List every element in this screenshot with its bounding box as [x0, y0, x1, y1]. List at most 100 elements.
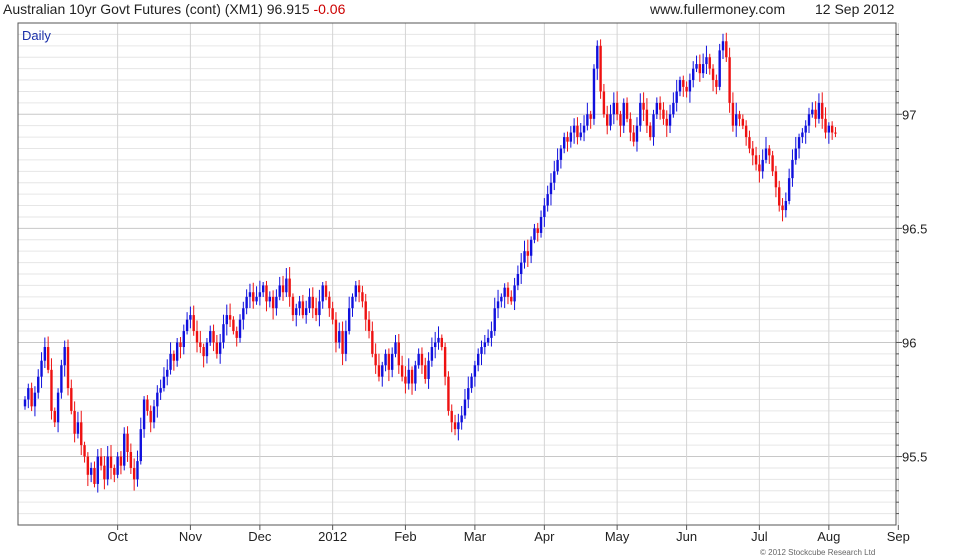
- candle-body: [46, 347, 50, 370]
- candle-body: [126, 433, 129, 452]
- candle-body: [493, 308, 496, 332]
- candle-body: [556, 159, 559, 172]
- candle-body: [390, 353, 394, 370]
- candle-body: [175, 342, 179, 361]
- candle-body: [199, 342, 202, 348]
- candle-body: [754, 155, 758, 165]
- candle-body: [295, 308, 298, 316]
- candle-body: [367, 319, 371, 332]
- candle-body: [76, 422, 80, 434]
- candle-body: [738, 114, 741, 119]
- candle-body: [298, 301, 301, 309]
- candle-body: [420, 353, 424, 366]
- candle-body: [483, 342, 487, 348]
- candle-body: [261, 285, 265, 293]
- candle-body: [553, 171, 556, 183]
- candle-body: [202, 347, 205, 357]
- x-tick-label: Jul: [751, 529, 768, 544]
- candle-body: [781, 205, 784, 211]
- candle-body: [586, 114, 589, 126]
- candle-body: [225, 315, 228, 325]
- candle-body: [288, 278, 291, 297]
- candle-body: [596, 45, 599, 69]
- candle-body: [407, 369, 410, 384]
- candle-body: [768, 148, 771, 156]
- candle-body: [506, 287, 510, 297]
- candle-body: [414, 365, 417, 384]
- candle-body: [182, 331, 185, 348]
- candle-body: [252, 292, 255, 302]
- candle-body: [692, 68, 695, 81]
- candle-body: [751, 148, 754, 156]
- period-label: Daily: [22, 28, 51, 43]
- candle-body: [30, 388, 33, 407]
- candle-body: [308, 296, 311, 309]
- candle-body: [80, 422, 83, 446]
- candle-body: [721, 41, 725, 51]
- candle-body: [705, 57, 708, 65]
- candle-body: [698, 64, 702, 74]
- y-tick-label: 96.5: [902, 221, 927, 236]
- candle-body: [278, 285, 281, 297]
- candle-body: [649, 125, 652, 138]
- candle-body: [774, 171, 778, 188]
- candle-body: [685, 86, 688, 92]
- candle-body: [708, 57, 711, 69]
- candle-body: [599, 45, 602, 92]
- candle-body: [549, 182, 553, 195]
- candle-body: [397, 342, 401, 366]
- candle-body: [615, 102, 619, 115]
- candle-body: [132, 467, 136, 480]
- candle-body: [427, 360, 430, 379]
- candle-body: [255, 296, 258, 302]
- x-tick-label: Oct: [108, 529, 129, 544]
- candle-body: [682, 80, 685, 87]
- candle-body: [159, 388, 162, 393]
- candle-body: [440, 337, 444, 348]
- candle-body: [817, 102, 821, 119]
- candle-body: [433, 342, 437, 348]
- candle-body: [612, 102, 616, 115]
- candle-body: [715, 80, 718, 87]
- candle-body: [725, 41, 728, 58]
- x-tick-label: Aug: [817, 529, 840, 544]
- candle-body: [678, 80, 682, 92]
- candle-body: [417, 353, 420, 366]
- candle-body: [142, 399, 146, 430]
- candle-body: [566, 137, 569, 142]
- candle-body: [424, 365, 427, 379]
- candle-body: [324, 285, 328, 297]
- candle-body: [619, 114, 622, 126]
- candle-body: [460, 415, 463, 423]
- candle-body: [139, 429, 142, 462]
- candle-body: [430, 347, 434, 361]
- candle-body: [33, 392, 37, 407]
- candle-body: [179, 342, 182, 348]
- candle-body: [354, 285, 357, 297]
- candle-body: [576, 125, 579, 138]
- candle-body: [364, 301, 367, 320]
- copyright-note: © 2012 Stockcube Research Ltd: [760, 548, 875, 557]
- grid: [18, 23, 899, 525]
- candle-body: [384, 353, 387, 366]
- candle-body: [821, 102, 824, 119]
- candle-body: [93, 467, 96, 484]
- candle-body: [748, 137, 751, 149]
- candle-body: [510, 296, 513, 302]
- candle-body: [281, 285, 285, 293]
- candle-body: [784, 200, 788, 211]
- candle-body: [490, 331, 493, 338]
- candle-body: [711, 68, 715, 81]
- candle-body: [60, 365, 63, 393]
- candle-body: [166, 369, 169, 377]
- candle-body: [123, 433, 126, 466]
- candle-body: [328, 296, 331, 309]
- candle-body: [116, 456, 119, 475]
- candle-body: [665, 118, 668, 126]
- price-chart: 95.5 96 96.5 97 Oct Nov Dec 2012 Feb Mar Apr May Jun…: [17, 22, 927, 557]
- candle-body: [450, 410, 453, 423]
- candle-body: [592, 68, 596, 119]
- candle-body: [516, 274, 520, 286]
- candle-body: [589, 114, 592, 119]
- candle-body: [559, 148, 563, 160]
